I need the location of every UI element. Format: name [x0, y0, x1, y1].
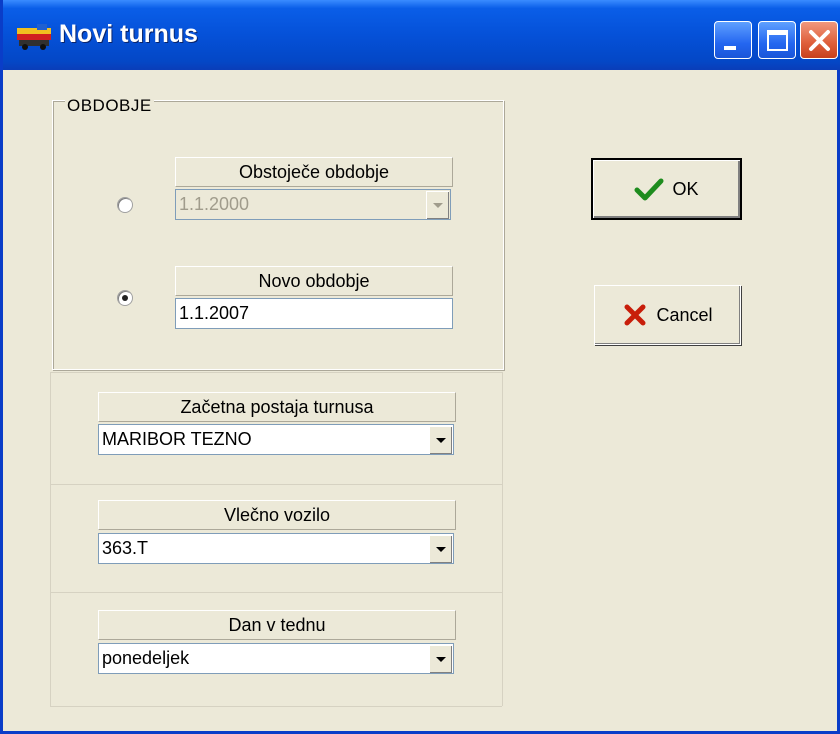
obdobje-group-label: OBDOBJE [65, 96, 154, 116]
start-station-combo[interactable]: MARIBOR TEZNO [98, 424, 454, 455]
obdobje-groupbox [52, 100, 504, 370]
new-period-input[interactable]: 1.1.2007 [175, 298, 453, 329]
vehicle-value: 363.T [102, 538, 149, 558]
close-icon [809, 30, 830, 51]
new-period-header: Novo obdobje [175, 266, 453, 296]
title-bar[interactable]: Novi turnus [3, 0, 840, 70]
divider [502, 372, 503, 706]
maximize-icon [767, 30, 788, 51]
vehicle-header: Vlečno vozilo [98, 500, 456, 530]
minimize-icon [724, 46, 736, 50]
dialog-window: Novi turnus OBDOBJE Obstoječe obdobje 1.… [0, 0, 840, 734]
weekday-dropdown-button[interactable] [429, 645, 452, 673]
ok-button[interactable]: OK [591, 158, 742, 220]
weekday-combo[interactable]: ponedeljek [98, 643, 454, 674]
chevron-down-icon [433, 203, 443, 208]
chevron-down-icon [436, 547, 446, 552]
weekday-value: ponedeljek [102, 648, 190, 668]
train-icon [17, 24, 51, 50]
existing-period-header: Obstoječe obdobje [175, 157, 453, 187]
existing-period-radio[interactable] [117, 197, 133, 213]
divider [50, 484, 502, 485]
start-station-header: Začetna postaja turnusa [98, 392, 456, 422]
start-station-dropdown-button[interactable] [429, 426, 452, 454]
new-period-value: 1.1.2007 [179, 303, 250, 323]
start-station-value: MARIBOR TEZNO [102, 429, 252, 449]
minimize-button[interactable] [714, 21, 752, 59]
existing-period-value: 1.1.2000 [179, 194, 250, 214]
radio-selected-dot [122, 295, 128, 301]
new-period-radio[interactable] [117, 290, 133, 306]
cancel-button[interactable]: Cancel [594, 285, 741, 345]
divider [50, 372, 502, 373]
vehicle-dropdown-button[interactable] [429, 535, 452, 563]
chevron-down-icon [436, 438, 446, 443]
divider [50, 592, 502, 593]
divider [50, 372, 51, 706]
ok-button-content: OK [593, 160, 740, 218]
existing-period-dropdown-button [426, 191, 449, 219]
checkmark-icon [634, 178, 664, 201]
weekday-header: Dan v tednu [98, 610, 456, 640]
cancel-button-label: Cancel [656, 304, 713, 325]
x-mark-icon [624, 304, 646, 326]
vehicle-combo[interactable]: 363.T [98, 533, 454, 564]
window-title: Novi turnus [59, 20, 198, 48]
close-button[interactable] [800, 21, 838, 59]
maximize-button[interactable] [758, 21, 796, 59]
divider [50, 706, 502, 707]
dialog-client-area: OBDOBJE Obstoječe obdobje 1.1.2000 Novo … [3, 70, 837, 730]
chevron-down-icon [436, 657, 446, 662]
existing-period-combo: 1.1.2000 [175, 189, 451, 220]
cancel-button-content: Cancel [595, 286, 740, 344]
ok-button-label: OK [672, 178, 699, 199]
